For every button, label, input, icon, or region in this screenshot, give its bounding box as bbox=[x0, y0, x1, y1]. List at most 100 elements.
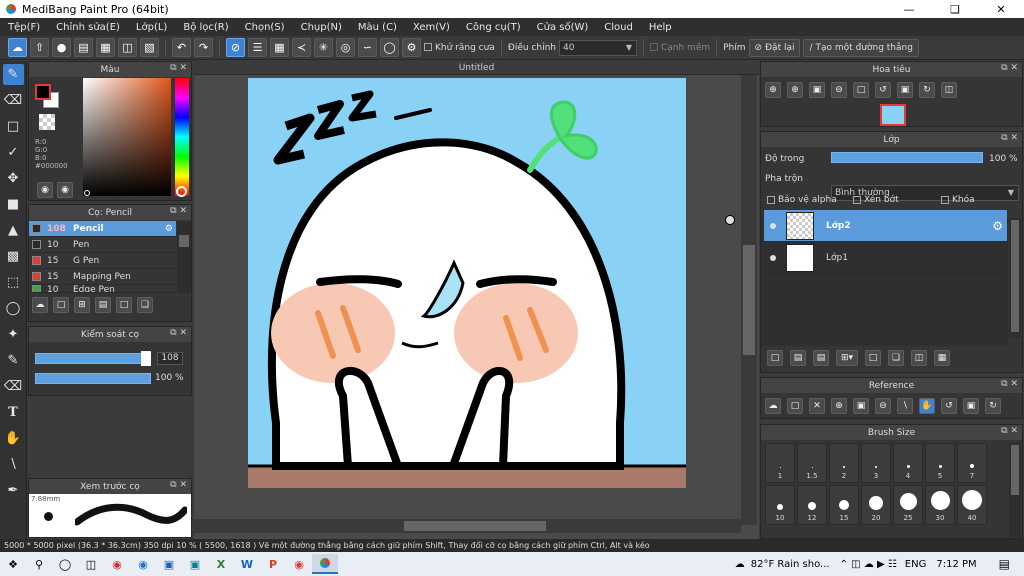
curve-snap-icon[interactable]: ∽ bbox=[358, 38, 377, 57]
rotate-left-icon[interactable]: ↺ bbox=[941, 398, 957, 414]
brush-item-edge-pen[interactable]: 10 Edge Pen bbox=[29, 285, 176, 293]
menu-snap[interactable]: Chụp(N) bbox=[293, 22, 350, 33]
menu-select[interactable]: Chọn(S) bbox=[237, 22, 293, 33]
open-folder-icon[interactable]: □ bbox=[787, 398, 803, 414]
parallel-snap-icon[interactable]: ☰ bbox=[248, 38, 267, 57]
rotate-right-icon[interactable]: ↻ bbox=[985, 398, 1001, 414]
visibility-icon[interactable] bbox=[770, 222, 776, 229]
visibility-icon[interactable] bbox=[770, 254, 776, 261]
brush-size-option[interactable]: 12 bbox=[797, 485, 827, 525]
panel-menu-icon[interactable]: ⧉ ✕ bbox=[1001, 379, 1018, 389]
maximize-button[interactable]: ❏ bbox=[932, 0, 978, 18]
excel-icon[interactable]: X bbox=[208, 554, 234, 574]
search-icon[interactable]: ⚲ bbox=[26, 554, 52, 574]
line-tool-icon[interactable]: ✓ bbox=[3, 142, 24, 163]
canvas-area[interactable]: Untitled bbox=[194, 61, 759, 539]
fit-window-icon[interactable]: ▣ bbox=[963, 398, 979, 414]
brush-size-option[interactable]: 1 bbox=[765, 443, 795, 483]
menu-layer[interactable]: Lớp(L) bbox=[128, 22, 175, 33]
brush-size-option[interactable]: 4 bbox=[893, 443, 923, 483]
monitor-icon[interactable]: ▣ bbox=[182, 554, 208, 574]
select-rect-tool-icon[interactable]: ⬚ bbox=[3, 272, 24, 293]
fit-window-icon[interactable]: ▣ bbox=[897, 82, 913, 98]
layer-opacity-slider[interactable] bbox=[831, 152, 983, 163]
chrome-icon[interactable]: ◉ bbox=[286, 554, 312, 574]
hue-slider[interactable] bbox=[175, 78, 189, 196]
brush-folder-icon[interactable]: □ bbox=[116, 297, 132, 313]
gear-icon[interactable]: ⚙ bbox=[992, 219, 1003, 233]
foreground-color-swatch[interactable] bbox=[35, 84, 51, 100]
brush-settings-icon[interactable]: ▤ bbox=[95, 297, 111, 313]
brush-cloud-icon[interactable]: ☁ bbox=[32, 297, 48, 313]
layer-row-lop1[interactable]: Lớp1 bbox=[764, 242, 1007, 274]
new-brush-icon[interactable]: □ bbox=[53, 297, 69, 313]
close-button[interactable]: ✕ bbox=[978, 0, 1024, 18]
duplicate-layer-icon[interactable]: ❏ bbox=[888, 350, 904, 366]
brush-tool-icon[interactable]: ✎ bbox=[2, 64, 24, 85]
export-icon[interactable]: ⇧ bbox=[30, 38, 49, 57]
add-layer-menu-icon[interactable]: ⊞▾ bbox=[836, 350, 858, 366]
brush-size-slider[interactable] bbox=[35, 353, 143, 364]
panel-menu-icon[interactable]: ⧉ ✕ bbox=[170, 328, 187, 338]
store-icon[interactable]: ▣ bbox=[156, 554, 182, 574]
antialias-checkbox[interactable]: Khử răng cưa bbox=[424, 43, 495, 53]
add-brush-icon[interactable]: ⊞ bbox=[74, 297, 90, 313]
transparent-color-swatch[interactable] bbox=[39, 114, 55, 130]
grid-tool-icon[interactable]: ◫ bbox=[118, 38, 137, 57]
dropper-tool-icon[interactable]: ∖ bbox=[3, 454, 24, 475]
menu-edit[interactable]: Chỉnh sửa(E) bbox=[48, 22, 128, 33]
brush-size-option[interactable]: 7 bbox=[957, 443, 987, 483]
navigator-thumbnail[interactable] bbox=[880, 104, 906, 126]
panel-menu-icon[interactable]: ⧉ ✕ bbox=[1001, 133, 1018, 143]
redo-icon[interactable]: ↷ bbox=[194, 38, 213, 57]
windows-start-icon[interactable]: ❖ bbox=[0, 554, 26, 574]
undo-icon[interactable]: ↶ bbox=[172, 38, 191, 57]
fit-screen-icon[interactable]: ▣ bbox=[809, 82, 825, 98]
rotate-left-icon[interactable]: ↺ bbox=[875, 82, 891, 98]
radial-snap-icon[interactable]: ✳ bbox=[314, 38, 333, 57]
brush-size-option[interactable]: 30 bbox=[925, 485, 955, 525]
palette-icon[interactable]: ◉ bbox=[37, 182, 53, 198]
medibang-taskbar-icon[interactable] bbox=[312, 554, 338, 574]
brush-size-option[interactable]: 40 bbox=[957, 485, 987, 525]
canvas-vertical-scrollbar[interactable] bbox=[741, 75, 757, 525]
straight-line-button[interactable]: ∕ Tạo một đường thẳng bbox=[803, 38, 919, 57]
hand-icon[interactable]: ✋ bbox=[919, 398, 935, 414]
fit-screen-icon[interactable]: ▣ bbox=[853, 398, 869, 414]
brush-size-option[interactable]: 2 bbox=[829, 443, 859, 483]
app-icon[interactable]: ◉ bbox=[104, 554, 130, 574]
scrollbar-thumb[interactable] bbox=[1011, 445, 1019, 495]
cortana-icon[interactable]: ◯ bbox=[52, 554, 78, 574]
brush-size-option[interactable]: 5 bbox=[925, 443, 955, 483]
menu-view[interactable]: Xem(V) bbox=[405, 22, 458, 33]
no-snap-icon[interactable]: ⊘ bbox=[226, 38, 245, 57]
panel-menu-icon[interactable]: ⧉ ✕ bbox=[1001, 63, 1018, 73]
zoom-in-alt-icon[interactable]: ⊕ bbox=[787, 82, 803, 98]
select-eraser-tool-icon[interactable]: ⌫ bbox=[3, 376, 24, 397]
close-icon[interactable]: ✕ bbox=[809, 398, 825, 414]
scrollbar-thumb[interactable] bbox=[743, 245, 755, 355]
magic-wand-tool-icon[interactable]: ✦ bbox=[3, 324, 24, 345]
brush-list-scrollbar[interactable] bbox=[177, 221, 191, 293]
brush-size-option[interactable]: 25 bbox=[893, 485, 923, 525]
rectangle-tool-icon[interactable]: □ bbox=[3, 116, 24, 137]
new-layer-icon[interactable]: □ bbox=[767, 350, 783, 366]
zoom-in-icon[interactable]: ⊕ bbox=[765, 82, 781, 98]
reference-cloud-icon[interactable]: ☁ bbox=[765, 398, 781, 414]
text-tool-icon[interactable]: T bbox=[3, 402, 24, 423]
word-icon[interactable]: W bbox=[234, 554, 260, 574]
trash-icon[interactable]: ▦ bbox=[934, 350, 950, 366]
new-halftone-layer-icon[interactable]: ▤ bbox=[790, 350, 806, 366]
brush-size-value[interactable]: 108 bbox=[157, 352, 183, 365]
brush-size-scrollbar[interactable] bbox=[1009, 443, 1021, 537]
menu-color[interactable]: Màu (C) bbox=[350, 22, 405, 33]
menu-filter[interactable]: Bộ lọc(R) bbox=[175, 22, 236, 33]
brush-item-g-pen[interactable]: 15 G Pen bbox=[29, 253, 176, 269]
brush-size-option[interactable]: 10 bbox=[765, 485, 795, 525]
panel-menu-icon[interactable]: ⧉ ✕ bbox=[170, 206, 187, 216]
perspective-snap-icon[interactable]: ≺ bbox=[292, 38, 311, 57]
chat-icon[interactable]: ● bbox=[52, 38, 71, 57]
cloud-icon[interactable]: ☁ bbox=[8, 38, 27, 57]
menu-file[interactable]: Tệp(F) bbox=[0, 22, 48, 33]
brush-size-option[interactable]: 15 bbox=[829, 485, 859, 525]
